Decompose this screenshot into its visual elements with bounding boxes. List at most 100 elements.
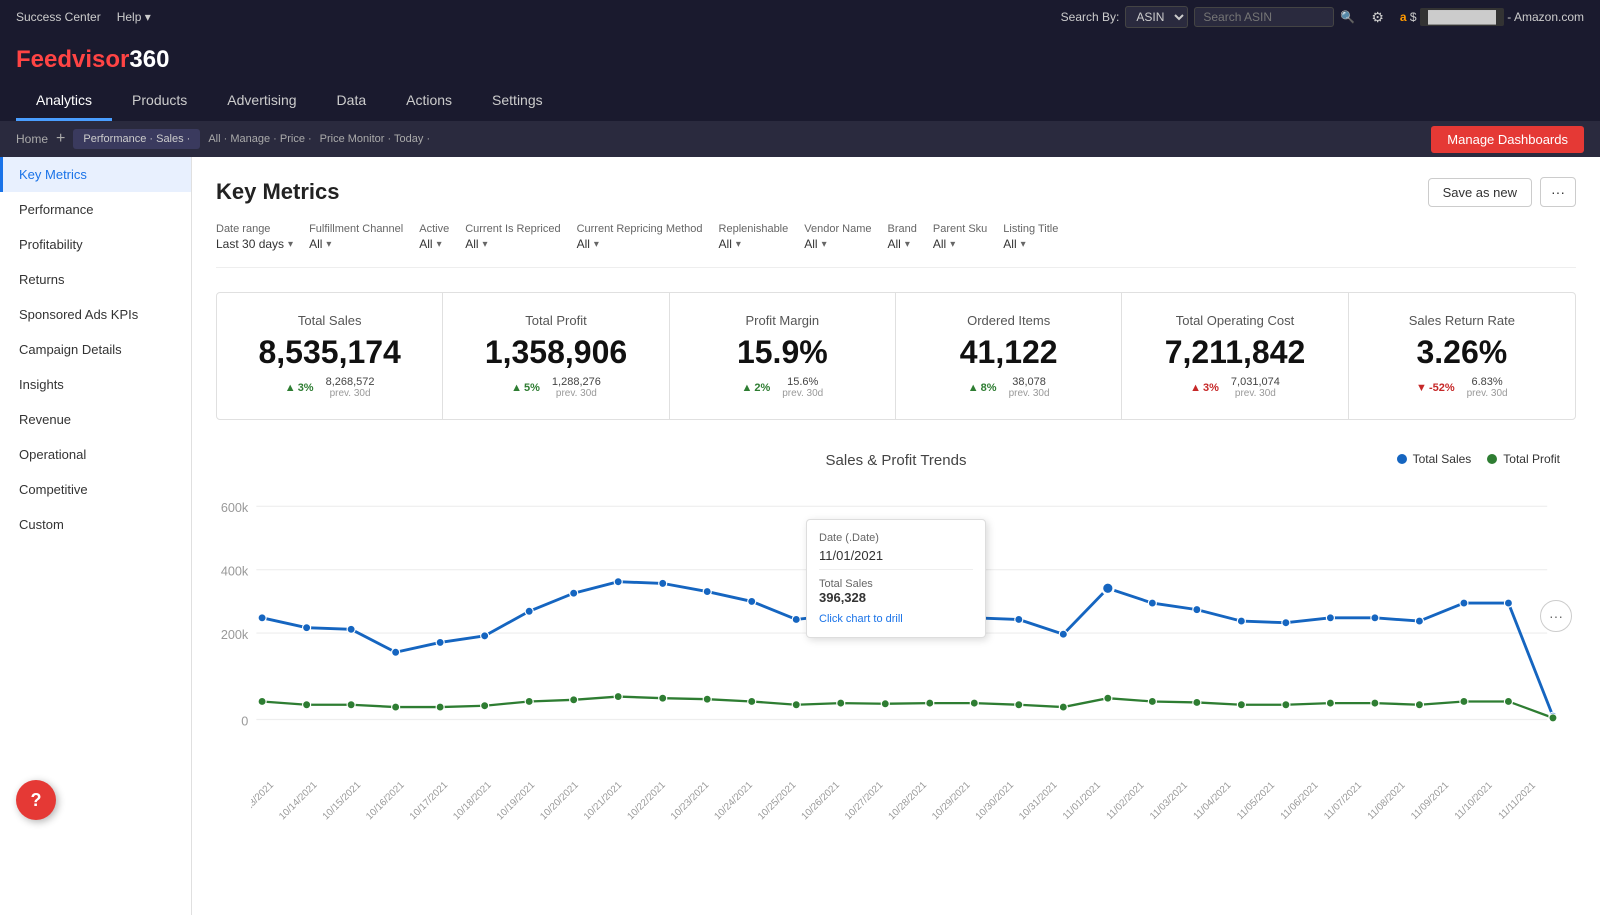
nav-settings[interactable]: Settings — [472, 82, 563, 121]
filter-replenishable-select[interactable]: All▾ — [719, 237, 789, 251]
tooltip-date-value: 11/01/2021 — [819, 548, 973, 570]
filter-date-select[interactable]: Last 30 days▾ — [216, 237, 293, 251]
sidebar-item-campaign-details[interactable]: Campaign Details — [0, 332, 191, 367]
filter-active: Active All▾ — [419, 223, 449, 251]
sidebar-item-revenue[interactable]: Revenue — [0, 402, 191, 437]
filter-listing-title: Listing Title All▾ — [1003, 223, 1058, 251]
kpi-total-profit: Total Profit 1,358,906 ▲ 5% 1,288,276 pr… — [443, 293, 669, 419]
breadcrumb-tab-3[interactable]: Price Monitor · Today · — [320, 133, 430, 145]
add-tab-button[interactable]: + — [56, 130, 65, 148]
svg-text:10/16/2021: 10/16/2021 — [364, 779, 407, 822]
x-axis-svg: 10/13/202110/14/202110/15/202110/16/2021… — [251, 770, 1541, 836]
chart-more-icon[interactable]: ··· — [1540, 600, 1572, 632]
breadcrumb-home[interactable]: Home — [16, 132, 48, 146]
tooltip-date-label: Date (.Date) — [819, 532, 973, 544]
help-fab[interactable]: ? — [16, 780, 56, 820]
search-icon[interactable]: 🔍 — [1340, 10, 1355, 24]
nav-advertising[interactable]: Advertising — [207, 82, 316, 121]
kpi-grid: Total Sales 8,535,174 ▲ 3% 8,268,572 pre… — [216, 292, 1576, 420]
legend-dot-profit — [1487, 454, 1497, 464]
svg-text:10/19/2021: 10/19/2021 — [495, 779, 538, 822]
breadcrumb-bar: Home + Performance · Sales · All · Manag… — [0, 121, 1600, 157]
manage-dashboards-button[interactable]: Manage Dashboards — [1431, 126, 1584, 153]
sidebar-item-key-metrics[interactable]: Key Metrics — [0, 157, 191, 192]
amazon-account: a $ ████████ - Amazon.com — [1400, 10, 1584, 24]
svg-text:11/03/2021: 11/03/2021 — [1148, 780, 1190, 822]
filter-brand-select[interactable]: All▾ — [888, 237, 917, 251]
main-nav: Analytics Products Advertising Data Acti… — [16, 82, 1584, 121]
svg-text:10/31/2021: 10/31/2021 — [1017, 779, 1060, 822]
filter-repriced-label: Current Is Repriced — [465, 223, 560, 235]
sidebar-item-insights[interactable]: Insights — [0, 367, 191, 402]
nav-actions[interactable]: Actions — [386, 82, 472, 121]
svg-text:600k: 600k — [221, 501, 249, 515]
svg-text:11/05/2021: 11/05/2021 — [1235, 780, 1277, 822]
nav-products[interactable]: Products — [112, 82, 207, 121]
filter-parent-sku-select[interactable]: All▾ — [933, 237, 987, 251]
filter-listing-title-select[interactable]: All▾ — [1003, 237, 1058, 251]
filter-repriced-select[interactable]: All▾ — [465, 237, 560, 251]
filter-fulfillment-select[interactable]: All▾ — [309, 237, 403, 251]
filter-active-label: Active — [419, 223, 449, 235]
nav-data[interactable]: Data — [317, 82, 387, 121]
more-options-button[interactable]: ··· — [1540, 177, 1576, 207]
svg-text:11/04/2021: 11/04/2021 — [1191, 780, 1233, 822]
sidebar-item-sponsored-ads[interactable]: Sponsored Ads KPIs — [0, 297, 191, 332]
svg-text:11/02/2021: 11/02/2021 — [1104, 780, 1146, 822]
legend-sales-label: Total Sales — [1413, 452, 1472, 466]
svg-text:11/01/2021: 11/01/2021 — [1061, 780, 1103, 822]
filter-repricing-method-select[interactable]: All▾ — [577, 237, 703, 251]
svg-text:10/30/2021: 10/30/2021 — [974, 779, 1017, 822]
svg-text:10/21/2021: 10/21/2021 — [582, 779, 625, 822]
svg-text:0: 0 — [241, 714, 248, 728]
filter-active-select[interactable]: All▾ — [419, 237, 449, 251]
filter-fulfillment-label: Fulfillment Channel — [309, 223, 403, 235]
search-asin-input[interactable] — [1194, 7, 1334, 27]
svg-text:10/13/2021: 10/13/2021 — [251, 779, 276, 822]
settings-icon[interactable]: ⚙ — [1371, 9, 1384, 26]
filter-vendor-select[interactable]: All▾ — [804, 237, 871, 251]
search-type-select[interactable]: ASIN — [1125, 6, 1188, 28]
sidebar-item-performance[interactable]: Performance — [0, 192, 191, 227]
sidebar-item-profitability[interactable]: Profitability — [0, 227, 191, 262]
chart-container[interactable]: ··· 600k 400k 200k 0 — [216, 489, 1576, 766]
search-by-label: Search By: — [1061, 10, 1120, 24]
main-content: Key Metrics Save as new ··· Date range L… — [192, 157, 1600, 915]
x-axis-labels: 10/13/202110/14/202110/15/202110/16/2021… — [216, 766, 1576, 836]
tooltip-drill-text[interactable]: Click chart to drill — [819, 613, 973, 625]
breadcrumb-tab-1[interactable]: Performance · Sales · — [73, 129, 200, 149]
filter-vendor: Vendor Name All▾ — [804, 223, 871, 251]
top-bar: Success Center Help ▾ Search By: ASIN 🔍 … — [0, 0, 1600, 34]
save-as-new-button[interactable]: Save as new — [1428, 178, 1532, 207]
svg-text:10/18/2021: 10/18/2021 — [451, 779, 494, 822]
svg-text:10/24/2021: 10/24/2021 — [712, 779, 755, 822]
legend-dot-sales — [1397, 454, 1407, 464]
svg-text:10/28/2021: 10/28/2021 — [887, 779, 930, 822]
nav-analytics[interactable]: Analytics — [16, 82, 112, 121]
svg-text:10/25/2021: 10/25/2021 — [756, 779, 799, 822]
content-area: Key Metrics Save as new ··· Date range L… — [192, 157, 1600, 855]
filter-brand-label: Brand — [888, 223, 917, 235]
svg-text:10/20/2021: 10/20/2021 — [538, 779, 581, 822]
sidebar-item-custom[interactable]: Custom — [0, 507, 191, 542]
svg-text:10/27/2021: 10/27/2021 — [843, 779, 886, 822]
svg-text:11/10/2021: 11/10/2021 — [1453, 780, 1495, 822]
page-title-row: Key Metrics Save as new ··· — [216, 177, 1576, 207]
filter-brand: Brand All▾ — [888, 223, 917, 251]
svg-text:10/29/2021: 10/29/2021 — [930, 779, 973, 822]
sidebar-item-returns[interactable]: Returns — [0, 262, 191, 297]
chart-more-button[interactable]: ··· — [1540, 600, 1572, 632]
sidebar-item-operational[interactable]: Operational — [0, 437, 191, 472]
filter-replenishable-label: Replenishable — [719, 223, 789, 235]
search-asin-group: Search By: ASIN 🔍 — [1061, 6, 1356, 28]
help-button[interactable]: Help ▾ — [117, 10, 151, 24]
top-bar-right: Search By: ASIN 🔍 ⚙ a $ ████████ - Amazo… — [1061, 6, 1584, 28]
sidebar-item-competitive[interactable]: Competitive — [0, 472, 191, 507]
breadcrumb-tab-2[interactable]: All · Manage · Price · — [208, 133, 311, 145]
logo: Feedvisor 360 — [16, 34, 1584, 82]
top-bar-left: Success Center Help ▾ — [16, 10, 151, 24]
success-center-link[interactable]: Success Center — [16, 10, 101, 24]
svg-text:11/11/2021: 11/11/2021 — [1496, 780, 1538, 822]
filter-parent-sku-label: Parent Sku — [933, 223, 987, 235]
legend-total-sales: Total Sales — [1397, 452, 1472, 466]
